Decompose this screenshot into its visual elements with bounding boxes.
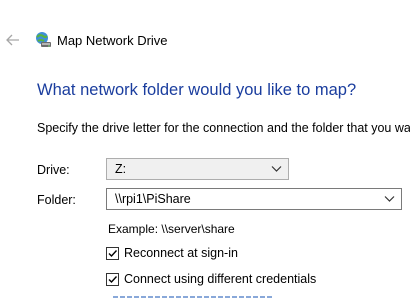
page-heading: What network folder would you like to ma… bbox=[37, 81, 357, 99]
drive-label: Drive: bbox=[37, 163, 70, 177]
drive-select-value: Z: bbox=[115, 162, 127, 176]
reconnect-checkbox[interactable] bbox=[106, 246, 119, 260]
network-drive-icon bbox=[36, 32, 51, 47]
cut-off-link[interactable] bbox=[113, 294, 273, 299]
cut-off-link-fragment bbox=[113, 296, 273, 298]
wizard-title: Map Network Drive bbox=[57, 33, 168, 48]
credentials-label: Connect using different credentials bbox=[124, 272, 317, 286]
chevron-down-icon bbox=[384, 196, 395, 202]
arrow-left-icon bbox=[6, 34, 19, 46]
folder-example-text: Example: \\server\share bbox=[108, 222, 235, 236]
folder-input-value: \\rpi1\PiShare bbox=[115, 192, 191, 206]
credentials-checkbox[interactable] bbox=[106, 272, 119, 286]
drive-select[interactable]: Z: bbox=[106, 158, 289, 180]
checkmark-icon bbox=[108, 275, 118, 283]
reconnect-label: Reconnect at sign-in bbox=[124, 246, 238, 260]
instruction-text: Specify the drive letter for the connect… bbox=[37, 121, 410, 135]
folder-label: Folder: bbox=[37, 193, 76, 207]
back-button[interactable] bbox=[4, 31, 22, 49]
chevron-down-icon bbox=[271, 166, 282, 172]
reconnect-checkbox-row[interactable]: Reconnect at sign-in bbox=[106, 245, 238, 261]
checkmark-icon bbox=[108, 249, 118, 257]
folder-combobox[interactable]: \\rpi1\PiShare bbox=[106, 188, 402, 210]
credentials-checkbox-row[interactable]: Connect using different credentials bbox=[106, 271, 316, 287]
